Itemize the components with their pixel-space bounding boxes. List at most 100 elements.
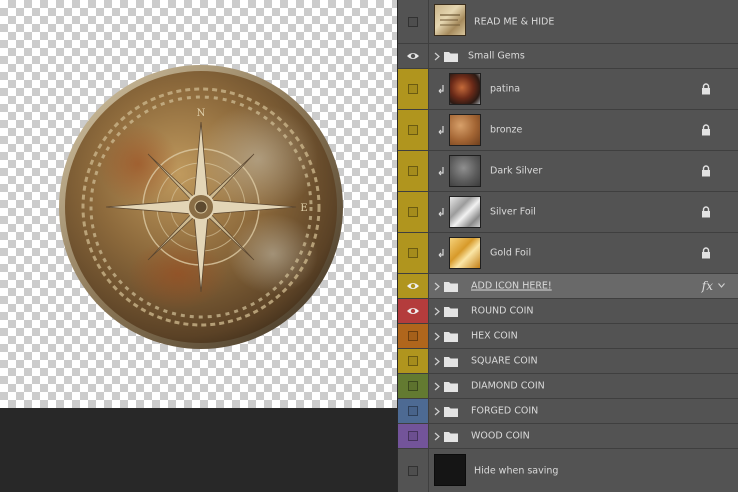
layer-name: Dark Silver (490, 165, 543, 177)
clipping-mask-icon (438, 208, 444, 217)
layer-name: Gold Foil (490, 247, 532, 259)
group-wood-coin[interactable]: WOOD COIN (398, 424, 738, 449)
visibility-toggle[interactable] (398, 374, 429, 398)
visibility-toggle[interactable] (398, 233, 429, 273)
visibility-toggle[interactable] (398, 274, 429, 298)
transparency-checkerboard[interactable]: N E (0, 0, 397, 408)
chevron-right-icon[interactable] (434, 332, 440, 341)
group-square-coin[interactable]: SQUARE COIN (398, 349, 738, 374)
chevron-right-icon[interactable] (434, 432, 440, 441)
clipping-mask-icon (438, 249, 444, 258)
folder-icon (444, 432, 458, 442)
visibility-toggle[interactable] (398, 299, 429, 323)
paper-thumbnail (434, 4, 466, 36)
gold-foil-texture-thumbnail (449, 237, 481, 269)
layer-name: ROUND COIN (471, 305, 534, 317)
layer-bronze[interactable]: bronze (398, 110, 738, 151)
chevron-right-icon[interactable] (434, 307, 440, 316)
layer-dark-silver[interactable]: Dark Silver (398, 151, 738, 192)
visibility-off-box (408, 431, 418, 441)
layer-name: bronze (490, 124, 523, 136)
svg-text:N: N (197, 108, 206, 119)
eye-icon (407, 283, 419, 289)
visibility-off-box (408, 356, 418, 366)
visibility-off-box (408, 125, 418, 135)
layer-name: WOOD COIN (471, 430, 530, 442)
bronze-texture-thumbnail (449, 114, 481, 146)
lock-icon (702, 206, 710, 218)
group-round-coin[interactable]: ROUND COIN (398, 299, 738, 324)
lock-icon (702, 83, 710, 95)
layer-name: patina (490, 83, 521, 95)
visibility-toggle[interactable] (398, 449, 429, 492)
folder-icon (444, 382, 458, 392)
visibility-toggle[interactable] (398, 192, 429, 232)
visibility-off-box (408, 16, 418, 27)
visibility-off-box (408, 166, 418, 176)
layers-panel: READ ME & HIDE Small Gems patina bronze … (397, 0, 738, 492)
chevron-right-icon[interactable] (434, 357, 440, 366)
compass-coin-artwork: N E (59, 65, 343, 349)
eye-icon (407, 53, 419, 59)
chevron-right-icon[interactable] (434, 407, 440, 416)
layer-effects-icon[interactable]: fx (702, 279, 713, 293)
layer-name: ADD ICON HERE! (471, 280, 552, 292)
layer-name: FORGED COIN (471, 405, 539, 417)
layer-name: Small Gems (468, 50, 525, 62)
group-small-gems[interactable]: Small Gems (398, 44, 738, 69)
folder-icon (444, 52, 458, 62)
layer-silver-foil[interactable]: Silver Foil (398, 192, 738, 233)
visibility-toggle[interactable] (398, 324, 429, 348)
dark-silver-texture-thumbnail (449, 155, 481, 187)
chevron-right-icon[interactable] (434, 282, 440, 291)
visibility-toggle[interactable] (398, 424, 429, 448)
visibility-off-box (408, 465, 418, 476)
lock-icon (702, 247, 710, 259)
layer-read-me-and-hide[interactable]: READ ME & HIDE (398, 0, 738, 44)
lock-icon (702, 165, 710, 177)
clipping-mask-icon (438, 167, 444, 176)
visibility-toggle[interactable] (398, 349, 429, 373)
layer-gold-foil[interactable]: Gold Foil (398, 233, 738, 274)
visibility-off-box (408, 406, 418, 416)
group-add-icon-here[interactable]: ADD ICON HERE! fx (398, 274, 738, 299)
layer-name: Hide when saving (474, 465, 559, 476)
folder-icon (444, 282, 458, 292)
visibility-off-box (408, 207, 418, 217)
layer-hide-when-saving[interactable]: Hide when saving (398, 449, 738, 492)
visibility-toggle[interactable] (398, 0, 429, 43)
folder-icon (444, 332, 458, 342)
chevron-down-icon[interactable] (718, 283, 725, 288)
silver-foil-texture-thumbnail (449, 196, 481, 228)
lock-icon (702, 124, 710, 136)
visibility-off-box (408, 84, 418, 94)
group-hex-coin[interactable]: HEX COIN (398, 324, 738, 349)
visibility-toggle[interactable] (398, 44, 429, 68)
layer-name: Silver Foil (490, 206, 536, 218)
svg-text:E: E (300, 203, 307, 214)
folder-icon (444, 357, 458, 367)
layer-name: DIAMOND COIN (471, 380, 545, 392)
group-forged-coin[interactable]: FORGED COIN (398, 399, 738, 424)
chevron-right-icon[interactable] (434, 382, 440, 391)
layer-name: READ ME & HIDE (474, 16, 555, 27)
visibility-toggle[interactable] (398, 110, 429, 150)
visibility-toggle[interactable] (398, 151, 429, 191)
black-fill-thumbnail (434, 454, 466, 486)
visibility-off-box (408, 381, 418, 391)
visibility-off-box (408, 248, 418, 258)
clipping-mask-icon (438, 126, 444, 135)
group-diamond-coin[interactable]: DIAMOND COIN (398, 374, 738, 399)
folder-icon (444, 307, 458, 317)
folder-icon (444, 407, 458, 417)
visibility-toggle[interactable] (398, 399, 429, 423)
eye-icon (407, 308, 419, 314)
document-canvas-area: N E (0, 0, 397, 492)
layer-name: HEX COIN (471, 330, 518, 342)
layer-patina[interactable]: patina (398, 69, 738, 110)
patina-texture-thumbnail (449, 73, 481, 105)
layer-name: SQUARE COIN (471, 355, 538, 367)
chevron-right-icon[interactable] (434, 52, 440, 61)
visibility-toggle[interactable] (398, 69, 429, 109)
visibility-off-box (408, 331, 418, 341)
